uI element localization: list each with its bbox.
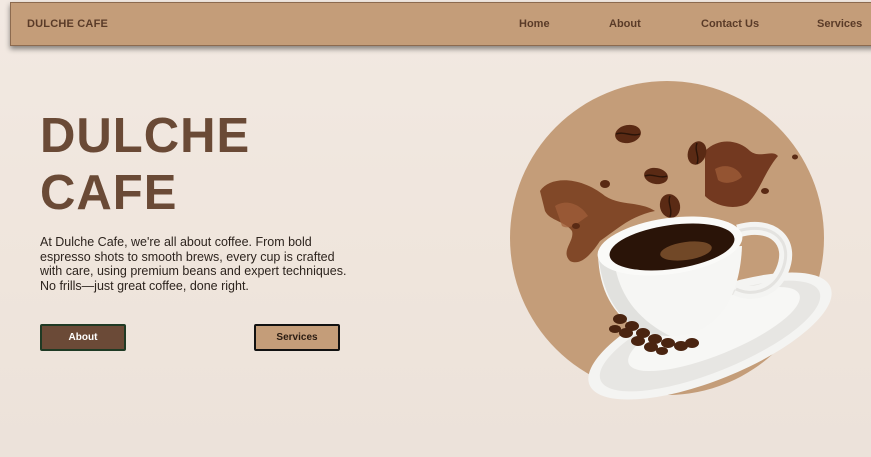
hero-description: At Dulche Cafe, we're all about coffee. … <box>40 235 347 293</box>
coffee-cup-image <box>540 124 832 400</box>
nav-link-services[interactable]: Services <box>817 18 862 30</box>
hero-image-circle <box>510 81 832 400</box>
nav-link-about[interactable]: About <box>609 18 641 30</box>
hero-title: DULCHE CAFE <box>40 108 250 222</box>
hero-title-line-1: DULCHE <box>40 109 251 163</box>
nav-link-home[interactable]: Home <box>519 18 550 30</box>
navbar: DULCHE CAFE Home About Contact Us Servic… <box>10 2 871 46</box>
hero-title-line-2: CAFE <box>40 166 178 220</box>
brand-logo[interactable]: DULCHE CAFE <box>27 18 108 30</box>
about-button[interactable]: About <box>40 324 126 351</box>
nav-link-contact-us[interactable]: Contact Us <box>701 18 759 30</box>
services-button[interactable]: Services <box>254 324 340 351</box>
